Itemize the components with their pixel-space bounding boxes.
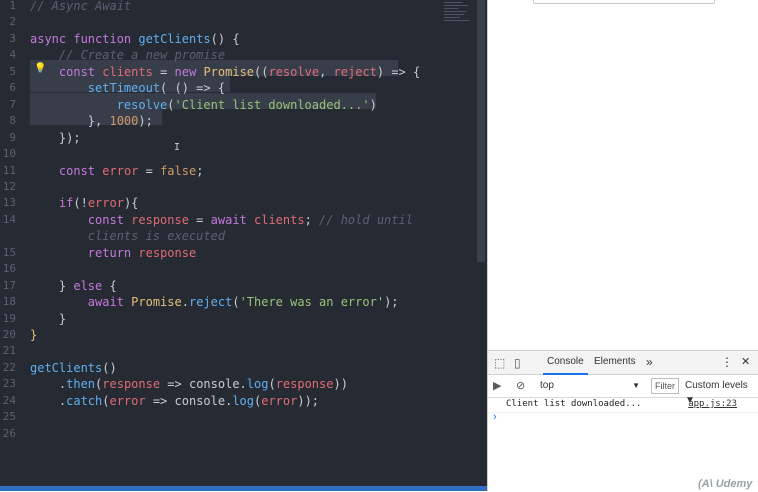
- inspect-element-icon[interactable]: ⬚: [494, 356, 505, 370]
- more-tabs-icon[interactable]: »: [646, 351, 653, 373]
- console-prompt[interactable]: ›: [493, 411, 497, 423]
- code-line: // Async Await: [30, 0, 132, 13]
- code-line: }, 1000);: [30, 114, 153, 129]
- line-number: 3: [9, 31, 16, 45]
- code-line: clients is executed: [30, 229, 226, 244]
- line-number: 5: [9, 64, 16, 78]
- line-number: 20: [2, 328, 16, 341]
- log-source-link[interactable]: app.js:23: [688, 397, 737, 412]
- context-select[interactable]: top ▼: [540, 378, 640, 393]
- code-line: await Promise.reject('There was an error…: [87, 295, 399, 310]
- line-number: 15: [2, 245, 16, 259]
- line-number: 1: [9, 0, 16, 12]
- code-line: return response: [87, 245, 197, 260]
- line-gutter: 1 2 3 4 5 6 7 8 9 10 11 12 13 14 15 16 17 18 19 20 21 22 23 24 2…: [0, 0, 22, 491]
- sidebar-toggle-icon[interactable]: ▶: [493, 379, 501, 392]
- text-cursor-icon: I: [174, 142, 181, 153]
- code-line: if(!error){: [58, 196, 139, 211]
- line-number: 9: [9, 130, 16, 144]
- code-line: }: [30, 311, 67, 326]
- code-line: const clients = new Promise((resolve, re…: [58, 64, 421, 79]
- code-line: } else {: [30, 278, 117, 293]
- code-line: .catch(error => console.log(error));: [30, 393, 320, 408]
- line-number: 7: [9, 97, 16, 111]
- line-number: 25: [2, 410, 16, 424]
- code-line: .then(response => console.log(response)): [30, 377, 348, 392]
- line-number: 16: [2, 262, 16, 276]
- code-line: getClients(): [30, 360, 117, 375]
- editor-scrollbar[interactable]: [477, 0, 485, 262]
- line-number: 12: [2, 179, 16, 193]
- line-number: 17: [2, 278, 16, 292]
- code-line: // Create a new promise: [30, 48, 226, 63]
- code-area[interactable]: // Async Await async function getClients(…: [30, 0, 473, 491]
- log-message: Client list downloaded...: [506, 399, 642, 409]
- devtools-panel: ⬚ ▯ Console Elements » ⋮ ✕ ▶ ⊘ top ▼ Fil…: [488, 350, 758, 492]
- minimap[interactable]: [444, 2, 472, 28]
- filter-input[interactable]: Filter: [651, 378, 679, 394]
- context-value: top: [540, 380, 554, 391]
- line-number: 8: [9, 114, 16, 128]
- line-number: 23: [2, 377, 16, 391]
- line-number: 22: [2, 360, 16, 374]
- code-line: });: [30, 130, 81, 145]
- code-line: resolve('Client list downloaded...'): [116, 97, 377, 112]
- line-number: 13: [2, 196, 16, 210]
- line-number: 2: [9, 15, 16, 29]
- devtools-toolbar: ⬚ ▯ Console Elements » ⋮ ✕: [488, 351, 758, 375]
- browser-pane: ⬚ ▯ Console Elements » ⋮ ✕ ▶ ⊘ top ▼ Fil…: [487, 0, 758, 492]
- udemy-watermark: (A\ Udemy: [698, 478, 753, 490]
- line-number: 24: [2, 393, 16, 407]
- device-toolbar-icon[interactable]: ▯: [514, 356, 521, 370]
- tab-console[interactable]: Console: [543, 351, 588, 375]
- status-bar: [0, 486, 487, 491]
- menu-icon[interactable]: ⋮: [721, 351, 733, 373]
- console-log-row: Client list downloaded... app.js:23: [488, 397, 758, 413]
- line-number: 11: [2, 163, 16, 177]
- line-number: 19: [2, 311, 16, 325]
- code-line: const error = false;: [58, 163, 204, 178]
- code-line: }: [30, 328, 38, 342]
- line-number: 18: [2, 295, 16, 309]
- close-icon[interactable]: ✕: [741, 351, 750, 373]
- code-editor[interactable]: 1 2 3 4 5 6 7 8 9 10 11 12 13 14 15 16 17 18 19 20 21 22 23 24 2…: [0, 0, 487, 491]
- console-filter-bar: ▶ ⊘ top ▼ Filter Custom levels ▼: [488, 375, 758, 406]
- code-line: setTimeout( () => {: [87, 81, 226, 96]
- code-line: async function getClients() {: [30, 31, 240, 46]
- chevron-down-icon: ▼: [632, 381, 640, 390]
- code-line: const response = await clients; // hold …: [87, 212, 413, 227]
- line-number: 6: [9, 81, 16, 95]
- line-number: 4: [9, 48, 16, 62]
- clear-console-icon[interactable]: ⊘: [516, 379, 525, 392]
- lightbulb-icon[interactable]: 💡: [34, 63, 46, 74]
- line-number: 14: [2, 212, 16, 226]
- address-bar[interactable]: [533, 0, 715, 4]
- line-number: 21: [2, 344, 16, 358]
- line-number: 10: [2, 147, 16, 161]
- line-number: 26: [2, 426, 16, 440]
- tab-elements[interactable]: Elements: [594, 351, 636, 373]
